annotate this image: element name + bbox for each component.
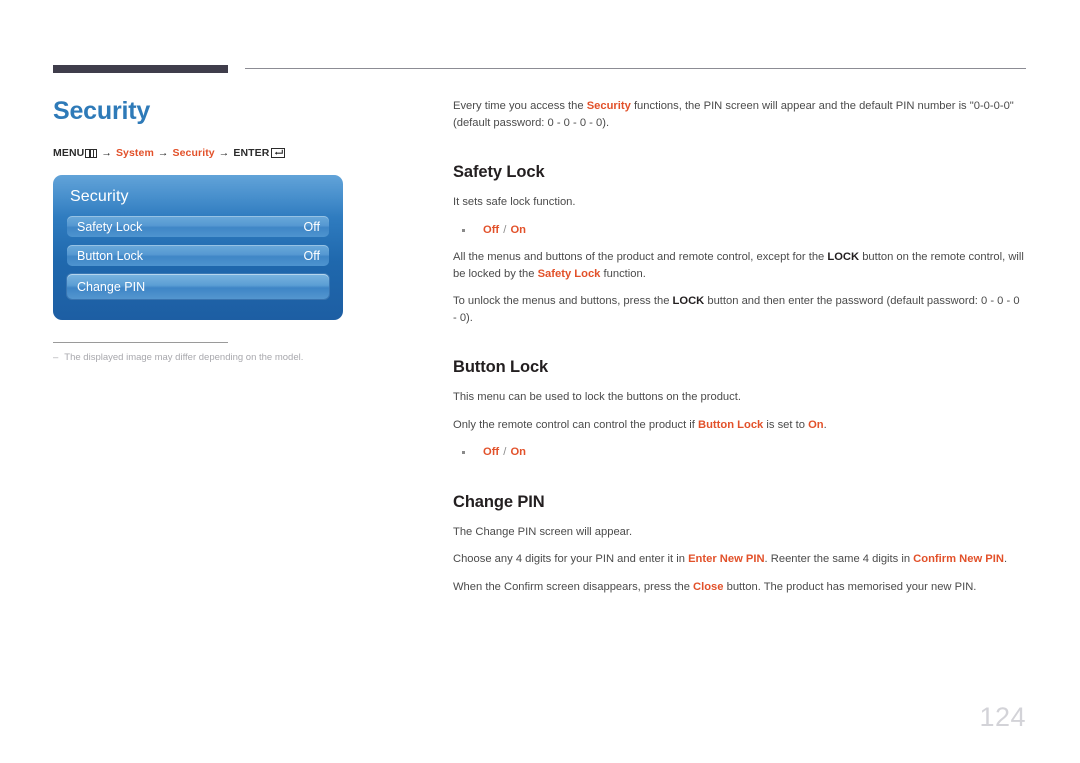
button-lock-paragraph-2: Only the remote control can control the …	[453, 417, 1026, 434]
cp-p2-orange-confirm-new-pin: Confirm New PIN	[913, 553, 1004, 565]
osd-row-label: Change PIN	[77, 279, 146, 294]
breadcrumb-menu-label: MENU	[53, 147, 85, 159]
cp-p3-text-1: When the Confirm screen disappears, pres…	[453, 580, 694, 593]
safety-lock-options: Off / On	[453, 222, 1026, 239]
cp-p2-text-3: .	[1003, 553, 1008, 565]
safety-lock-paragraph-3: To unlock the menus and buttons, press t…	[453, 293, 1026, 326]
breadcrumb: MENU → System → Security → ENTER	[53, 147, 413, 159]
breadcrumb-step-security: Security	[172, 147, 215, 159]
cp-p2-orange-enter-new-pin: Enter New PIN	[688, 553, 765, 565]
breadcrumb-arrow-2: →	[157, 147, 169, 159]
bl-p2-text-1: Only the remote control can control the …	[453, 418, 699, 431]
section-heading-safety-lock: Safety Lock	[453, 163, 545, 181]
option-on: On	[510, 446, 527, 458]
menu-grid-icon	[85, 148, 98, 158]
cp-p3-text-2: button. The product has memorised your n…	[723, 580, 977, 593]
sl-p2-orange-safety-lock: Safety Lock	[537, 267, 601, 280]
cp-p3-orange-close: Close	[693, 580, 724, 593]
osd-menu-panel: Security Safety Lock Off Button Lock Off…	[53, 175, 343, 320]
footnote-text: The displayed image may differ depending…	[64, 352, 304, 363]
breadcrumb-arrow-3: →	[218, 147, 230, 159]
header-rule-thick	[53, 65, 228, 73]
intro-paragraph: Every time you access the Security funct…	[453, 98, 1026, 131]
enter-return-icon	[271, 148, 286, 158]
bullet-dot-icon	[462, 228, 465, 232]
safety-lock-options-text: Off / On	[483, 222, 526, 239]
breadcrumb-enter-label: ENTER	[233, 147, 270, 159]
document-page: Security MENU → System → Security → ENTE…	[0, 0, 1080, 763]
intro-highlight-security: Security	[586, 100, 631, 112]
option-on: On	[510, 223, 527, 236]
footnote-divider	[53, 342, 228, 343]
footnote-dash: –	[53, 352, 59, 363]
bl-p2-orange-on: On	[808, 418, 824, 431]
osd-row-change-pin[interactable]: Change PIN	[67, 274, 329, 299]
sl-p2-text-3: function.	[600, 267, 646, 280]
safety-lock-paragraph-1: It sets safe lock function.	[453, 196, 576, 208]
bl-p2-text-3: .	[823, 418, 827, 431]
button-lock-paragraph-1: This menu can be used to lock the button…	[453, 391, 741, 403]
breadcrumb-step-system: System	[115, 147, 154, 159]
bl-p2-text-2: is set to	[763, 418, 809, 431]
page-number: 124	[979, 702, 1026, 732]
button-lock-options-text: Off / On	[483, 444, 526, 461]
cp-p2-text-2: . Reenter the same 4 digits in	[764, 553, 914, 565]
button-lock-options: Off / On	[453, 444, 1026, 461]
option-off: Off	[483, 223, 500, 236]
cp-p2-text-1: Choose any 4 digits for your PIN and ent…	[453, 553, 689, 565]
osd-row-value: Off	[303, 248, 320, 263]
footnote: – The displayed image may differ dependi…	[53, 351, 413, 364]
breadcrumb-arrow-1: →	[101, 147, 112, 159]
header-rule-thin	[245, 68, 1026, 69]
section-heading-button-lock: Button Lock	[453, 358, 549, 376]
osd-panel-title: Security	[70, 188, 129, 205]
page-title: Security	[53, 97, 151, 125]
option-off: Off	[483, 446, 500, 458]
bl-p2-orange-button-lock: Button Lock	[698, 418, 764, 431]
intro-text-1: Every time you access the	[453, 100, 587, 112]
change-pin-paragraph-2: Choose any 4 digits for your PIN and ent…	[453, 551, 1026, 568]
osd-row-value: Off	[303, 219, 320, 234]
sl-p2-text-1: All the menus and buttons of the product…	[453, 251, 828, 263]
change-pin-paragraph-3: When the Confirm screen disappears, pres…	[453, 579, 1026, 596]
section-heading-change-pin: Change PIN	[453, 492, 545, 511]
sl-p3-text-1: To unlock the menus and buttons, press t…	[453, 295, 673, 307]
osd-row-safety-lock[interactable]: Safety Lock Off	[67, 216, 329, 237]
bullet-dot-icon	[462, 451, 465, 454]
osd-row-button-lock[interactable]: Button Lock Off	[67, 245, 329, 266]
change-pin-paragraph-1: The Change PIN screen will appear.	[453, 525, 633, 538]
osd-row-label: Button Lock	[77, 248, 144, 263]
sl-p2-bold-lock: LOCK	[827, 251, 860, 263]
sl-p3-bold-lock: LOCK	[672, 295, 705, 307]
right-column: Every time you access the Security funct…	[453, 98, 1026, 595]
option-separator: /	[500, 223, 510, 236]
osd-row-label: Safety Lock	[77, 219, 143, 234]
option-separator: /	[500, 446, 510, 458]
left-column: Security MENU → System → Security → ENTE…	[53, 95, 413, 364]
safety-lock-paragraph-2: All the menus and buttons of the product…	[453, 249, 1026, 282]
